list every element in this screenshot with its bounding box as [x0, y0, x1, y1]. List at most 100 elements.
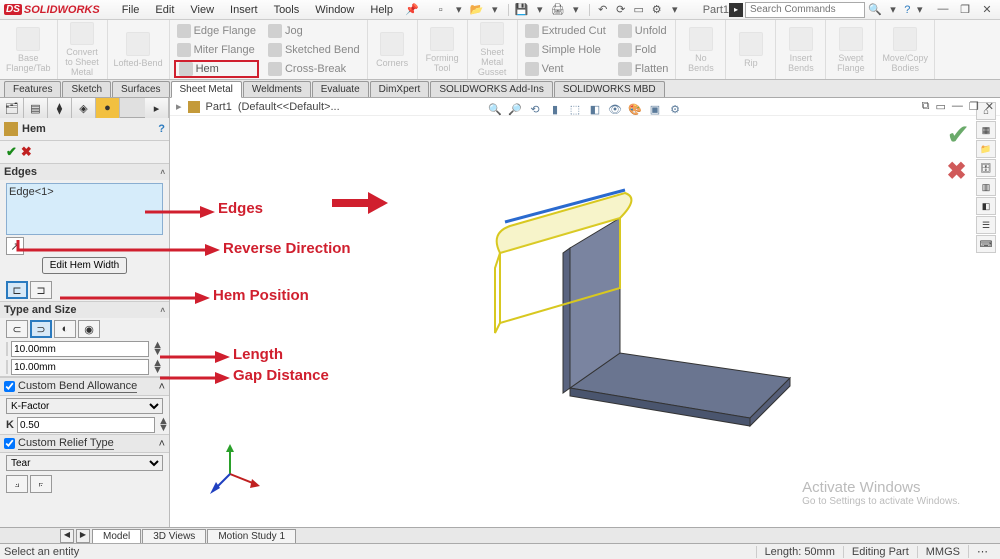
view-palette-icon[interactable]: ▥	[976, 178, 996, 196]
hem-position-material-inside[interactable]: ⊏	[6, 281, 28, 299]
dimxpert-tab-icon[interactable]: ◈	[72, 98, 96, 118]
doc-minimize-icon[interactable]: ▭	[936, 100, 946, 113]
menu-tools[interactable]: Tools	[268, 2, 306, 18]
pm-ok-button[interactable]: ✔	[6, 144, 17, 160]
menu-help[interactable]: Help	[364, 2, 399, 18]
dropdown-icon[interactable]: ▾	[667, 2, 683, 18]
tab-mbd[interactable]: SOLIDWORKS MBD	[554, 81, 665, 97]
kfactor-input[interactable]	[17, 417, 155, 433]
breadcrumb-part[interactable]: Part1	[206, 101, 232, 113]
search-caret-icon[interactable]: ▸	[729, 3, 743, 17]
status-units[interactable]: MMGS	[917, 546, 968, 558]
appearance-icon[interactable]: 🎨	[626, 100, 644, 118]
close-button[interactable]: ✕	[978, 3, 996, 16]
custom-bend-allowance-header[interactable]: Custom Bend Allowance ˄	[0, 377, 169, 396]
menu-view[interactable]: View	[184, 2, 220, 18]
cmd-cross-break[interactable]: Cross-Break	[265, 60, 363, 78]
search-icon[interactable]: 🔍	[867, 2, 883, 18]
zoom-area-icon[interactable]: 🔎	[506, 100, 524, 118]
cmd-move-copy[interactable]: Move/Copy Bodies	[876, 20, 935, 79]
resources-icon[interactable]: ▦	[976, 121, 996, 139]
options-icon[interactable]: ⚙	[649, 2, 665, 18]
edges-list[interactable]: Edge<1>	[6, 183, 163, 235]
cmd-edge-flange[interactable]: Edge Flange	[174, 22, 259, 40]
design-lib-icon[interactable]: 📁	[976, 140, 996, 158]
confirm-ok-icon[interactable]: ✔	[947, 118, 970, 151]
help-icon[interactable]: ?	[901, 2, 914, 18]
custom-props-icon[interactable]: ☰	[976, 216, 996, 234]
hide-show-icon[interactable]: 👁	[606, 100, 624, 118]
dropdown-icon[interactable]: ▾	[568, 2, 584, 18]
relief-checkbox[interactable]	[4, 438, 15, 449]
tab-motion-study[interactable]: Motion Study 1	[207, 529, 296, 543]
pin-icon[interactable]: 📌	[405, 3, 419, 16]
tab-sheet-metal[interactable]: Sheet Metal	[171, 81, 242, 98]
breadcrumb-arrow-icon[interactable]: ▸	[176, 100, 182, 113]
cmd-rip[interactable]: Rip	[726, 20, 776, 79]
cba-checkbox[interactable]	[4, 381, 15, 392]
open-icon[interactable]: 📂	[469, 2, 485, 18]
hem-type-teardrop[interactable]: ◐	[54, 320, 76, 338]
cmd-miter-flange[interactable]: Miter Flange	[174, 41, 259, 59]
forum-icon[interactable]: ⌨	[976, 235, 996, 253]
edges-header[interactable]: Edges˄	[0, 164, 169, 180]
hem-type-closed[interactable]: ⊂	[6, 320, 28, 338]
collapse-icon[interactable]: ˄	[159, 438, 165, 450]
cmd-hem[interactable]: Hem	[174, 60, 259, 78]
pm-cancel-button[interactable]: ✖	[21, 144, 32, 160]
cmd-swept-flange[interactable]: Swept Flange	[826, 20, 876, 79]
cmd-insert-bends[interactable]: Insert Bends	[776, 20, 826, 79]
tab-surfaces[interactable]: Surfaces	[112, 81, 169, 97]
view-orient-icon[interactable]: ⬚	[566, 100, 584, 118]
cmd-corners[interactable]: Corners	[368, 20, 418, 79]
collapse-icon[interactable]: ˄	[159, 381, 165, 393]
breadcrumb-config[interactable]: (Default<<Default>...	[238, 101, 340, 113]
view-triad[interactable]	[210, 444, 260, 497]
scroll-right-icon[interactable]: ▶	[76, 529, 90, 543]
display-style-icon[interactable]: ◧	[586, 100, 604, 118]
scroll-left-icon[interactable]: ◀	[60, 529, 74, 543]
doc-max-icon[interactable]: ❐	[969, 100, 979, 113]
menu-edit[interactable]: Edit	[149, 2, 180, 18]
confirm-cancel-icon[interactable]: ✖	[947, 157, 970, 186]
cmd-jog[interactable]: Jog	[265, 22, 363, 40]
property-tab-icon[interactable]: ▤	[24, 98, 48, 118]
dropdown-icon[interactable]: ▾	[885, 2, 901, 18]
cmd-base-flange[interactable]: Base Flange/Tab	[0, 20, 58, 79]
hem-type-rolled[interactable]: ◉	[78, 320, 100, 338]
undo-icon[interactable]: ↶	[595, 2, 611, 18]
save-icon[interactable]: 💾	[514, 2, 530, 18]
relief-type-select[interactable]: Tear	[6, 455, 163, 471]
cmd-convert-sheet[interactable]: Convert to Sheet Metal	[58, 20, 108, 79]
cmd-no-bends[interactable]: No Bends	[676, 20, 726, 79]
k-spinner[interactable]: ▲▼	[158, 418, 169, 432]
menu-insert[interactable]: Insert	[224, 2, 264, 18]
collapse-icon[interactable]: ˄	[160, 168, 165, 177]
scene-icon[interactable]: ▣	[646, 100, 664, 118]
collapse-icon[interactable]: ˄	[160, 306, 165, 315]
tab-weldments[interactable]: Weldments	[243, 81, 311, 97]
edit-hem-width-button[interactable]: Edit Hem Width	[42, 257, 127, 274]
relief-tear-icon[interactable]: ⟓	[6, 475, 28, 493]
feature-tree-tab-icon[interactable]: 🗂	[0, 98, 24, 118]
prev-view-icon[interactable]: ⟲	[526, 100, 544, 118]
tab-model[interactable]: Model	[92, 529, 141, 543]
relief-tear2-icon[interactable]: ⟔	[30, 475, 52, 493]
rebuild-icon[interactable]: ⟳	[613, 2, 629, 18]
cmd-gusset[interactable]: Sheet Metal Gusset	[468, 20, 518, 79]
cmd-forming-tool[interactable]: Forming Tool	[418, 20, 468, 79]
cmd-simple-hole[interactable]: Simple Hole	[522, 41, 609, 59]
menu-window[interactable]: Window	[309, 2, 360, 18]
menu-file[interactable]: File	[116, 2, 146, 18]
type-size-header[interactable]: Type and Size˄	[0, 302, 169, 318]
dropdown-icon[interactable]: ▾	[914, 2, 927, 18]
hem-position-bend-outside[interactable]: ⊐	[30, 281, 52, 299]
length-input[interactable]	[11, 341, 149, 357]
zoom-fit-icon[interactable]: 🔍	[486, 100, 504, 118]
pm-help-icon[interactable]: ?	[158, 123, 165, 135]
gap-spinner[interactable]: ▲▼	[152, 360, 163, 374]
custom-relief-header[interactable]: Custom Relief Type ˄	[0, 434, 169, 453]
tab-3d-views[interactable]: 3D Views	[142, 529, 206, 543]
graphics-area[interactable]: ▸ Part1 (Default<<Default>... 🔍 🔎 ⟲ ▮ ⬚ …	[170, 98, 1000, 527]
select-icon[interactable]: ▭	[631, 2, 647, 18]
